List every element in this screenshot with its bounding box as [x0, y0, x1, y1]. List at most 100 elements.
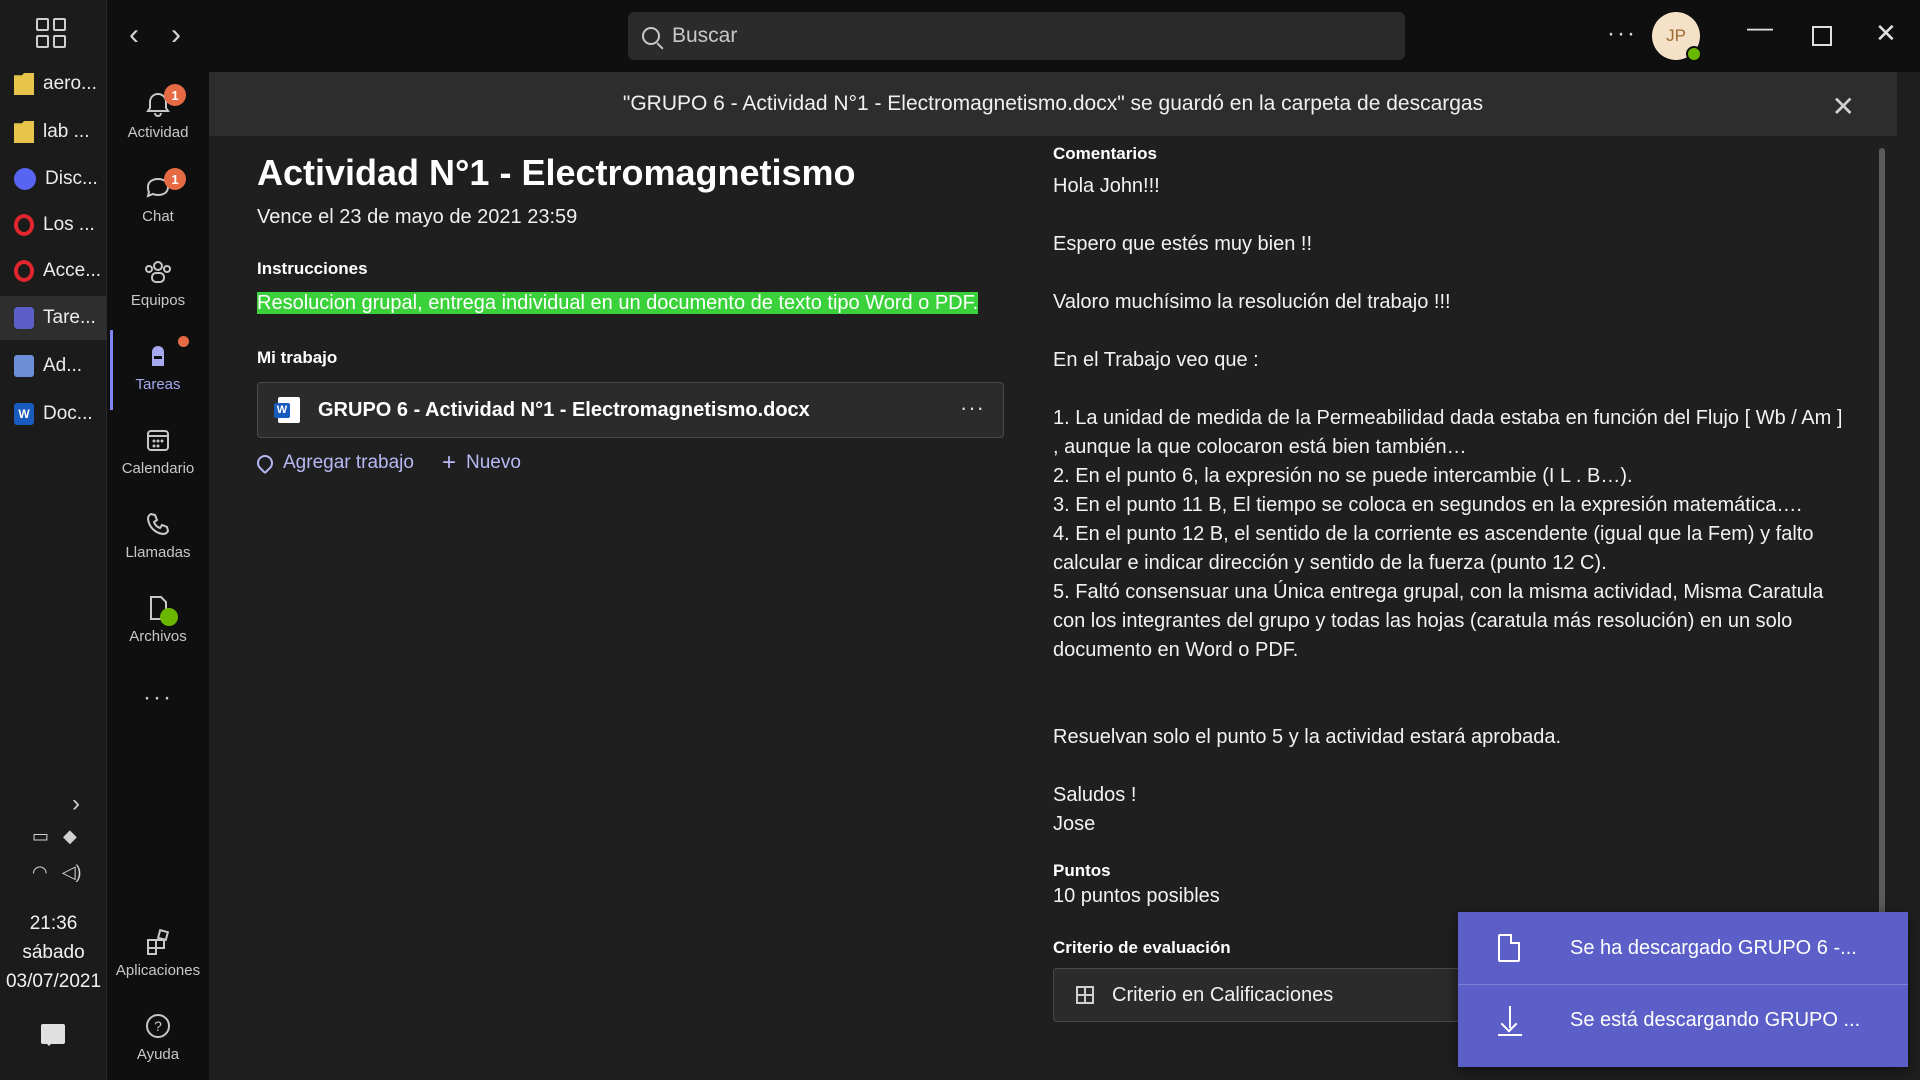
- table-icon: [1076, 986, 1094, 1004]
- volume-icon[interactable]: ◁): [62, 862, 82, 883]
- close-window-icon[interactable]: ✕: [1875, 18, 1897, 49]
- add-work-button[interactable]: Agregar trabajo: [253, 451, 414, 475]
- taskbar-item-opera-2[interactable]: Acce...: [0, 249, 107, 293]
- rail-label: Calendario: [121, 460, 195, 477]
- taskbar-item-label: Los ...: [43, 214, 95, 235]
- download-item-in-progress[interactable]: Se está descargando GRUPO ...: [1458, 984, 1908, 1056]
- chat-icon: 1: [144, 168, 186, 202]
- teams-window: aero... lab ... Disc... Los ... Acce... …: [0, 0, 1920, 1080]
- scrollbar[interactable]: [1879, 148, 1885, 928]
- calendar-icon: [144, 426, 172, 454]
- system-clock[interactable]: 21:36 sábado 03/07/2021: [0, 909, 107, 996]
- new-label: Nuevo: [465, 452, 521, 473]
- instructions-label: Instrucciones: [257, 259, 368, 278]
- taskbar-item-word[interactable]: W Doc...: [0, 392, 107, 436]
- my-work-label: Mi trabajo: [257, 348, 338, 367]
- rail-label: Tareas: [135, 376, 181, 393]
- rail-label: Chat: [142, 208, 174, 225]
- presence-available-icon: [1686, 46, 1702, 62]
- taskbar-item-teams[interactable]: Tare...: [0, 296, 107, 340]
- discord-icon: [14, 168, 36, 190]
- rail-item-ayuda[interactable]: ? Ayuda: [107, 1000, 209, 1080]
- feedback-panel: Comentarios Hola John!!! Espero que esté…: [1053, 144, 1853, 1022]
- comment-list-item: 4. En el punto 12 B, el sentido de la co…: [1053, 523, 1814, 574]
- taskbar-item-label: Ad...: [43, 355, 83, 376]
- comment-line: Jose: [1053, 813, 1096, 835]
- assignment-details: Actividad N°1 - Electromagnetismo Vence …: [253, 152, 1007, 475]
- notification-center-icon[interactable]: [41, 1024, 65, 1046]
- more-options-icon[interactable]: ···: [1607, 20, 1637, 48]
- clock-time: 21:36: [29, 913, 78, 934]
- maximize-icon[interactable]: [1812, 26, 1832, 46]
- rail-item-archivos[interactable]: Archivos: [107, 582, 209, 662]
- rail-label: Llamadas: [125, 544, 191, 561]
- comments-label: Comentarios: [1053, 144, 1157, 163]
- download-item-completed[interactable]: Se ha descargado GRUPO 6 -...: [1458, 912, 1908, 984]
- taskbar-item-label: Doc...: [43, 403, 93, 424]
- taskbar-item-lab[interactable]: lab ...: [0, 110, 107, 154]
- attached-file[interactable]: GRUPO 6 - Actividad N°1 - Electromagneti…: [257, 382, 1004, 438]
- dropbox-icon[interactable]: ◆: [63, 826, 77, 847]
- close-icon[interactable]: ✕: [1832, 90, 1855, 123]
- rail-item-chat[interactable]: 1 Chat: [107, 162, 209, 242]
- back-arrow-icon[interactable]: ‹: [129, 18, 139, 52]
- forward-arrow-icon[interactable]: ›: [171, 18, 181, 52]
- search-input[interactable]: [672, 24, 1272, 48]
- chat-badge: 1: [164, 168, 186, 190]
- rail-item-tareas[interactable]: Tareas: [107, 330, 209, 410]
- new-button[interactable]: + Nuevo: [442, 451, 521, 475]
- rail-item-actividad[interactable]: 1 Actividad: [107, 78, 209, 158]
- rail-item-equipos[interactable]: Equipos: [107, 246, 209, 326]
- clock-date: 03/07/2021: [5, 971, 102, 992]
- teams-people-icon: [144, 258, 172, 286]
- mail-icon: [14, 355, 34, 377]
- banner-text: "GRUPO 6 - Actividad N°1 - Electromagnet…: [622, 92, 1484, 115]
- tray-icons-row: ▭ ◆: [32, 826, 77, 847]
- word-file-icon: [274, 397, 300, 423]
- file-icon: [144, 594, 178, 626]
- search-icon: [642, 27, 660, 45]
- rail-label: Equipos: [130, 292, 186, 309]
- search-box[interactable]: [628, 12, 1405, 60]
- paperclip-icon: [253, 451, 277, 475]
- taskbar-item-mail[interactable]: Ad...: [0, 344, 107, 388]
- teams-icon: [14, 307, 34, 329]
- download-arrow-icon: [1498, 1005, 1522, 1036]
- due-date: Vence el 23 de mayo de 2021 23:59: [257, 206, 578, 228]
- taskbar-item-discord[interactable]: Disc...: [0, 157, 107, 201]
- more-apps-icon[interactable]: ···: [107, 684, 209, 712]
- rail-label: Aplicaciones: [115, 962, 201, 979]
- phone-icon: [144, 510, 172, 538]
- svg-text:?: ?: [154, 1018, 162, 1034]
- rail-item-aplicaciones[interactable]: Aplicaciones: [107, 916, 209, 996]
- avatar[interactable]: JP: [1652, 12, 1702, 62]
- taskbar-item-label: Acce...: [43, 260, 102, 281]
- points-value: 10 puntos posibles: [1053, 885, 1220, 907]
- windows-taskbar: aero... lab ... Disc... Los ... Acce... …: [0, 0, 107, 1080]
- battery-icon[interactable]: ▭: [32, 826, 49, 847]
- tareas-dot-badge: [178, 336, 189, 347]
- rail-label: Ayuda: [136, 1046, 180, 1063]
- taskbar-item-opera-1[interactable]: Los ...: [0, 203, 107, 247]
- comment-list-item: 2. En el punto 6, la expresión no se pue…: [1053, 465, 1633, 487]
- tray-icons-row: ◠ ◁): [32, 862, 82, 883]
- taskbar-item-label: aero...: [43, 73, 97, 94]
- wifi-icon[interactable]: ◠: [32, 862, 48, 883]
- start-grid-icon[interactable]: [36, 18, 66, 48]
- bell-icon: 1: [144, 84, 186, 118]
- app-rail: 1 Actividad 1 Chat Equipos Tareas Calend…: [107, 72, 209, 1080]
- rail-item-calendario[interactable]: Calendario: [107, 414, 209, 494]
- tray-chevron-icon[interactable]: ›: [72, 790, 80, 818]
- minimize-icon[interactable]: —: [1747, 12, 1773, 43]
- taskbar-item-aero[interactable]: aero...: [0, 62, 107, 106]
- download-label: Se está descargando GRUPO ...: [1570, 1009, 1861, 1031]
- document-icon: [1498, 934, 1520, 962]
- taskbar-item-label: Disc...: [45, 168, 98, 189]
- download-label: Se ha descargado GRUPO 6 -...: [1570, 936, 1857, 959]
- rail-label: Actividad: [127, 124, 189, 141]
- comment-list-item: 3. En el punto 11 B, El tiempo se coloca…: [1053, 494, 1802, 516]
- rail-item-llamadas[interactable]: Llamadas: [107, 498, 209, 578]
- file-more-options-icon[interactable]: ···: [960, 395, 985, 421]
- work-actions: Agregar trabajo + Nuevo: [253, 451, 1007, 475]
- word-icon: W: [14, 403, 34, 425]
